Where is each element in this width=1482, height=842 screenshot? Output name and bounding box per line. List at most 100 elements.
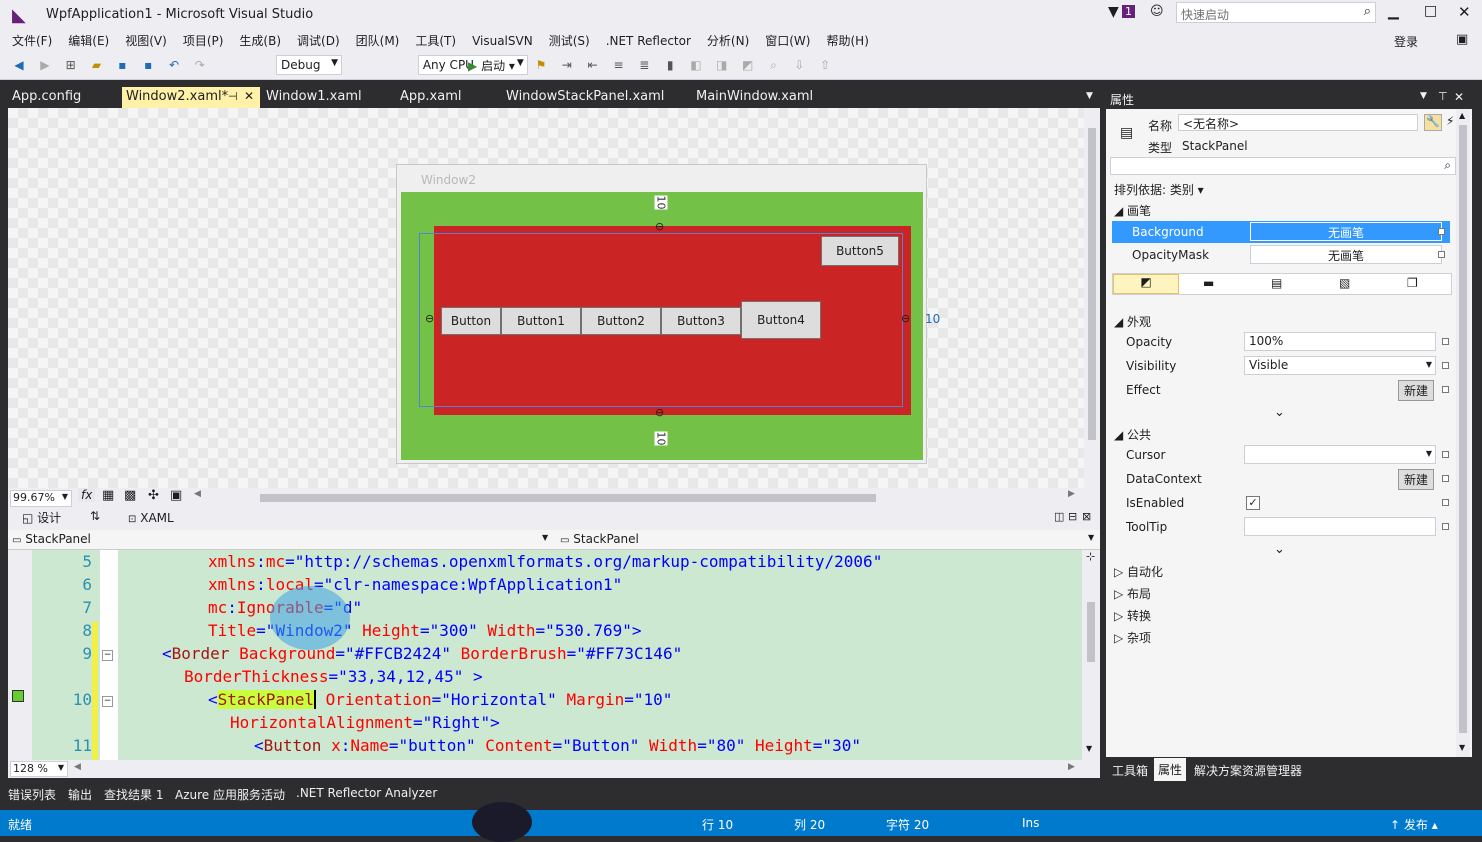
code-hscroll-right-icon[interactable]: ▶ [1068,762,1075,772]
menu-item-12[interactable]: 窗口(W) [757,30,818,51]
collapse-line-10-icon[interactable]: − [102,696,113,707]
section-common[interactable]: ◢ 公共 [1114,426,1151,443]
designer-vscrollbar[interactable] [1084,108,1100,488]
menu-item-0[interactable]: 文件(F) [4,30,60,51]
events-icon[interactable]: ⚡ [1446,114,1454,128]
isenabled-checkbox[interactable]: ✓ [1246,496,1260,510]
expand-common-icon[interactable]: ⌄ [1274,542,1285,557]
forward-icon[interactable]: ▶ [36,56,54,74]
advanced-marker[interactable] [1442,523,1449,530]
menu-item-10[interactable]: .NET Reflector [598,32,699,50]
minimize-button[interactable]: ▁ [1388,4,1399,20]
notification-badge[interactable]: 1 [1122,5,1135,18]
collapse-line-9-icon[interactable]: − [102,650,113,661]
step-icon[interactable]: ⇥ [558,56,576,74]
code-text[interactable]: xmlns:mc="http://schemas.openxmlformats.… [118,550,1098,760]
border-element[interactable]: Button Button1 Button2 Button3 Button4 B… [401,192,923,460]
snap-lines-icon[interactable]: ✣ [148,488,159,503]
chevron-down-icon[interactable]: ▼ [542,533,548,542]
prop-visibility[interactable]: Visibility Visible ▼ [1106,355,1456,377]
prop-effect[interactable]: Effect 新建 [1106,379,1456,401]
next-bookmark-icon[interactable]: ◨ [713,56,731,74]
link-icon-right[interactable]: ⊖ [901,312,910,325]
quick-launch-input[interactable]: 快速启动 ⌕ [1176,2,1376,23]
advanced-marker[interactable] [1442,338,1449,345]
prop-isenabled[interactable]: IsEnabled ✓ [1106,492,1456,514]
tab-window1[interactable]: Window1.xaml [262,87,366,108]
pin-icon[interactable]: ⊣ [228,90,238,103]
window-preview[interactable]: Window2 Button Button1 Button2 Button3 B… [396,164,940,464]
button-4[interactable]: Button4 [741,301,821,339]
comment-icon[interactable]: ≡ [609,56,627,74]
prop-background[interactable]: Background 无画笔 [1112,221,1450,243]
tooltip-input[interactable] [1244,517,1436,536]
cursor-select[interactable]: ▼ [1244,445,1436,464]
hscroll-left-icon[interactable]: ◀ [194,489,201,499]
image-brush-icon[interactable]: ▧ [1339,276,1350,290]
scroll-thumb[interactable] [1088,128,1096,440]
prop-cursor[interactable]: Cursor ▼ [1106,444,1456,466]
tab-app-xaml[interactable]: App.xaml [396,87,465,108]
clear-bookmark-icon[interactable]: ◩ [739,56,757,74]
bookmark-icon[interactable]: ▮ [661,56,679,74]
maximize-button[interactable]: □ [1424,3,1437,19]
arrow-down-icon[interactable]: ⇩ [790,56,808,74]
tab-mainwindow[interactable]: MainWindow.xaml [692,87,817,108]
save-all-icon[interactable]: ▪ [139,56,157,74]
advanced-marker[interactable] [1442,475,1449,482]
link-icon-left[interactable]: ⊖ [425,312,434,325]
redo-icon[interactable]: ↷ [191,56,209,74]
menu-item-7[interactable]: 工具(T) [407,30,464,51]
section-brush[interactable]: ◢ 画笔 [1114,202,1151,219]
menu-item-2[interactable]: 视图(V) [117,30,175,51]
button-5[interactable]: Button5 [821,236,899,266]
datacontext-new-button[interactable]: 新建 [1398,469,1435,490]
save-icon[interactable]: ▪ [113,56,131,74]
property-search-input[interactable]: ⌕ [1110,157,1456,175]
properties-vscrollbar[interactable]: ▲ ▼ [1456,109,1470,757]
opacity-input[interactable]: 100% [1244,332,1436,351]
split-icon[interactable]: ⊹ [1086,550,1095,563]
tab-toolbox[interactable]: 工具箱 [1112,762,1148,779]
tab-reflector-analyzer[interactable]: .NET Reflector Analyzer [296,786,437,800]
step-over-icon[interactable]: ⇤ [584,56,602,74]
tab-design[interactable]: ◱ 设计 [22,509,61,526]
design-surface[interactable]: Window2 Button Button1 Button2 Button3 B… [8,108,1100,488]
tab-app-config[interactable]: App.config [8,87,85,108]
button-1[interactable]: Button1 [501,307,581,335]
menu-item-4[interactable]: 生成(B) [231,30,289,51]
hscroll-right-icon[interactable]: ▶ [1068,489,1075,499]
advanced-marker[interactable] [1442,362,1449,369]
undo-icon[interactable]: ↶ [165,56,183,74]
filter-icon[interactable]: ▼ [1108,4,1119,20]
tab-xaml[interactable]: ⊡ XAML [128,511,174,525]
menu-item-3[interactable]: 项目(P) [175,30,232,51]
element-path-left[interactable]: ▭ StackPanel [12,532,91,546]
name-input[interactable]: <无名称> [1178,114,1418,131]
dropdown-icon[interactable]: ▼ [1420,91,1427,101]
advanced-marker[interactable] [1442,499,1449,506]
section-automation[interactable]: ▷ 自动化 [1114,563,1163,580]
link-icon-bottom[interactable]: ⊖ [655,406,664,419]
menu-item-9[interactable]: 测试(S) [541,30,598,51]
gradient-brush-icon[interactable]: ▤ [1271,276,1282,290]
artboard-icon[interactable]: ▣ [170,488,182,503]
advanced-marker[interactable] [1438,228,1445,235]
section-appearance[interactable]: ◢ 外观 [1114,313,1151,330]
tab-azure-activity[interactable]: Azure 应用服务活动 [175,786,285,803]
designer-hscrollbar[interactable] [260,494,876,502]
sort-by-select[interactable]: 排列依据: 类别 ▾ [1114,181,1204,198]
chevron-down-icon[interactable]: ▼ [1088,533,1094,542]
arrow-up-icon[interactable]: ⇧ [816,56,834,74]
scroll-down-icon[interactable]: ▼ [1459,743,1465,752]
advanced-marker[interactable] [1438,251,1445,258]
close-button[interactable]: ✕ [1458,3,1471,21]
menu-item-5[interactable]: 调试(D) [289,30,348,51]
pin-icon[interactable]: ⊤ [1438,90,1448,103]
no-brush-icon[interactable]: ◩ [1113,274,1179,294]
split-vertical-icon[interactable]: ◫ [1054,510,1064,523]
button-2[interactable]: Button2 [581,307,661,335]
split-horizontal-icon[interactable]: ⊟ [1068,510,1077,523]
section-misc[interactable]: ▷ 杂项 [1114,629,1151,646]
advanced-marker[interactable] [1442,451,1449,458]
